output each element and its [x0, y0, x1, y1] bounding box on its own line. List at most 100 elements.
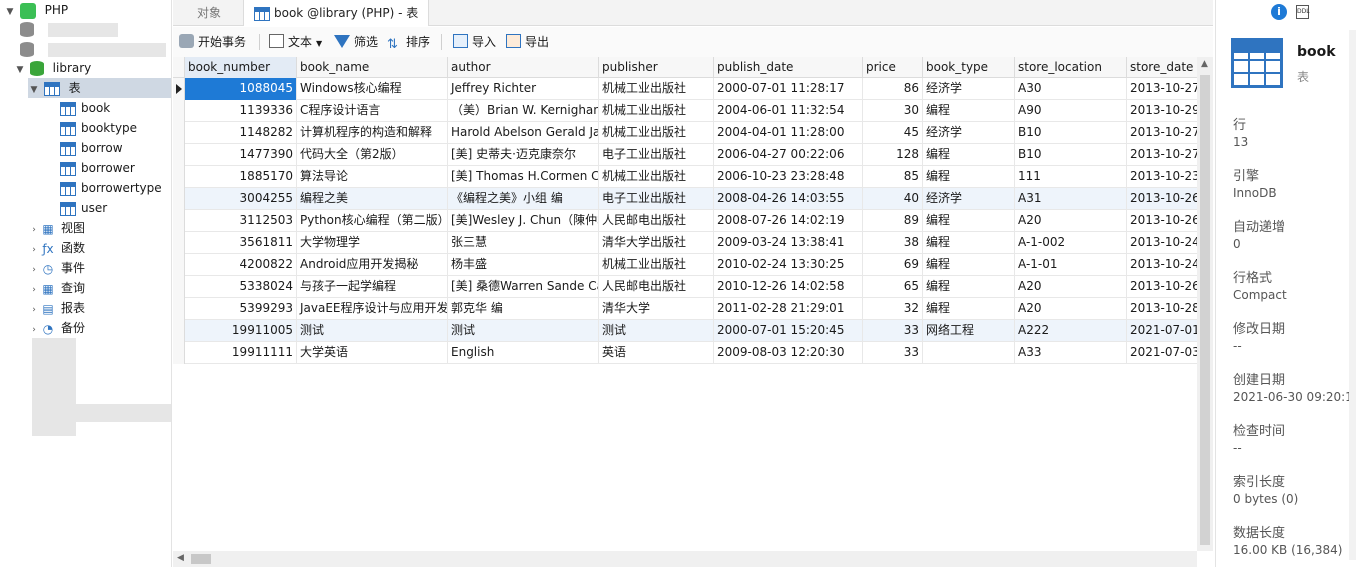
table-cell[interactable]: 2008-07-26 14:02:19 — [714, 210, 863, 232]
begin-transaction-button[interactable]: 开始事务 — [179, 32, 246, 52]
row-indicator[interactable] — [173, 166, 185, 188]
table-cell[interactable]: 2013-10-24 — [1127, 232, 1197, 254]
table-cell[interactable]: A-1-01 — [1015, 254, 1127, 276]
table-cell[interactable]: 2010-02-24 13:30:25 — [714, 254, 863, 276]
table-cell[interactable]: 2013-10-24 — [1127, 254, 1197, 276]
row-indicator[interactable] — [173, 210, 185, 232]
table-row[interactable]: 1139336 C程序设计语言 （美）Brian W. Kernighan 机械工业出… — [173, 100, 1197, 122]
table-row[interactable]: 19911005 测试 测试 测试 2000-07-01 15:20:45 33 网络工程 A… — [173, 320, 1197, 342]
table-cell[interactable]: 编程之美 — [297, 188, 448, 210]
table-cell[interactable]: 4200822 — [185, 254, 297, 276]
scroll-up-icon[interactable]: ▲ — [1201, 59, 1208, 69]
table-cell[interactable]: 2021-07-03 — [1127, 342, 1197, 364]
table-cell[interactable]: 2013-10-27 — [1127, 122, 1197, 144]
table-cell[interactable]: 1139336 — [185, 100, 297, 122]
table-cell[interactable]: 编程 — [923, 254, 1015, 276]
table-cell[interactable]: 1148282 — [185, 122, 297, 144]
tree-folder-node[interactable]: › ▦ 查询 — [28, 278, 85, 298]
column-header[interactable]: price — [863, 57, 923, 78]
table-cell[interactable]: 2013-10-28 — [1127, 298, 1197, 320]
table-cell[interactable]: 45 — [863, 122, 923, 144]
table-row[interactable]: 1477390 代码大全（第2版） [美] 史蒂夫·迈克康奈尔 电子工业出版社 2006… — [173, 144, 1197, 166]
table-cell[interactable]: 38 — [863, 232, 923, 254]
filter-button[interactable]: 筛选 — [334, 32, 378, 52]
chevron-down-icon[interactable]: ▼ — [4, 2, 16, 22]
table-cell[interactable]: [美]Wesley J. Chun（陳仲才 — [448, 210, 599, 232]
table-cell[interactable]: 19911005 — [185, 320, 297, 342]
import-button[interactable]: 导入 — [453, 32, 496, 52]
row-indicator[interactable] — [173, 188, 185, 210]
export-button[interactable]: 导出 — [506, 32, 549, 52]
table-cell[interactable]: Harold Abelson Gerald Ja — [448, 122, 599, 144]
table-cell[interactable]: （美）Brian W. Kernighan — [448, 100, 599, 122]
table-cell[interactable]: Windows核心编程 — [297, 78, 448, 100]
row-indicator[interactable] — [173, 298, 185, 320]
table-cell[interactable]: A33 — [1015, 342, 1127, 364]
tree-folder-node[interactable]: › ◷ 事件 — [28, 258, 85, 278]
table-cell[interactable]: JavaEE程序设计与应用开发 — [297, 298, 448, 320]
table-cell[interactable]: 张三慧 — [448, 232, 599, 254]
table-cell[interactable]: [美] 史蒂夫·迈克康奈尔 — [448, 144, 599, 166]
scroll-thumb[interactable] — [191, 554, 211, 564]
table-cell[interactable]: 2004-06-01 11:32:54 — [714, 100, 863, 122]
table-cell[interactable]: 网络工程 — [923, 320, 1015, 342]
chevron-right-icon[interactable]: › — [28, 220, 40, 240]
table-cell[interactable]: 编程 — [923, 100, 1015, 122]
table-cell[interactable]: 3112503 — [185, 210, 297, 232]
table-cell[interactable]: 2009-03-24 13:38:41 — [714, 232, 863, 254]
table-node[interactable]: borrower — [60, 158, 135, 178]
row-indicator[interactable] — [173, 320, 185, 342]
table-cell[interactable]: 1885170 — [185, 166, 297, 188]
table-cell[interactable]: 人民邮电出版社 — [599, 210, 714, 232]
table-cell[interactable]: 2000-07-01 15:20:45 — [714, 320, 863, 342]
table-cell[interactable]: A90 — [1015, 100, 1127, 122]
table-cell[interactable]: 大学英语 — [297, 342, 448, 364]
table-cell[interactable]: 2013-10-26 — [1127, 210, 1197, 232]
table-row[interactable]: 5338024 与孩子一起学编程 [美] 桑德Warren Sande Ca 人民邮电… — [173, 276, 1197, 298]
table-cell[interactable]: 英语 — [599, 342, 714, 364]
row-indicator[interactable] — [173, 342, 185, 364]
table-cell[interactable]: 大学物理学 — [297, 232, 448, 254]
table-row[interactable]: 4200822 Android应用开发揭秘 杨丰盛 机械工业出版社 2010-02-24… — [173, 254, 1197, 276]
table-cell[interactable]: 电子工业出版社 — [599, 188, 714, 210]
vertical-scrollbar[interactable]: ▲ — [1197, 57, 1213, 551]
table-row[interactable]: 3112503 Python核心编程（第二版） [美]Wesley J. Chun（… — [173, 210, 1197, 232]
table-cell[interactable]: 19911111 — [185, 342, 297, 364]
table-cell[interactable]: 编程 — [923, 298, 1015, 320]
table-cell[interactable]: A31 — [1015, 188, 1127, 210]
row-indicator[interactable] — [173, 78, 185, 100]
tree-folder-node[interactable]: › ▦ 视图 — [28, 218, 85, 238]
column-header[interactable]: book_type — [923, 57, 1015, 78]
table-cell[interactable]: 1477390 — [185, 144, 297, 166]
table-cell[interactable]: 机械工业出版社 — [599, 254, 714, 276]
table-cell[interactable]: 测试 — [599, 320, 714, 342]
table-cell[interactable] — [923, 342, 1015, 364]
chevron-right-icon[interactable]: › — [28, 300, 40, 320]
table-cell[interactable]: B10 — [1015, 144, 1127, 166]
row-indicator[interactable] — [173, 254, 185, 276]
ddl-icon[interactable]: DDL — [1296, 5, 1310, 19]
tab-objects[interactable]: 对象 — [187, 0, 231, 26]
table-cell[interactable]: 编程 — [923, 210, 1015, 232]
tables-folder-node[interactable]: ▼ 表 — [28, 78, 171, 100]
table-cell[interactable]: 69 — [863, 254, 923, 276]
scroll-left-icon[interactable]: ◀ — [177, 553, 184, 563]
chevron-right-icon[interactable]: › — [28, 240, 40, 260]
table-row[interactable]: 19911111 大学英语 English 英语 2009-08-03 12:20:30… — [173, 342, 1197, 364]
row-indicator[interactable] — [173, 144, 185, 166]
table-cell[interactable]: 测试 — [448, 320, 599, 342]
chevron-down-icon[interactable]: ▼ — [28, 80, 40, 100]
table-cell[interactable]: 编程 — [923, 232, 1015, 254]
table-cell[interactable]: 杨丰盛 — [448, 254, 599, 276]
horizontal-scrollbar[interactable]: ◀ — [173, 551, 1197, 567]
chevron-right-icon[interactable]: › — [28, 260, 40, 280]
table-cell[interactable]: 2013-10-26 — [1127, 276, 1197, 298]
chevron-right-icon[interactable]: › — [28, 280, 40, 300]
column-header[interactable]: publish_date — [714, 57, 863, 78]
table-row[interactable]: 1148282 计算机程序的构造和解释 Harold Abelson Gerald … — [173, 122, 1197, 144]
table-cell[interactable]: 86 — [863, 78, 923, 100]
sort-button[interactable]: ⇅ 排序 — [387, 32, 430, 52]
table-cell[interactable]: 3561811 — [185, 232, 297, 254]
table-cell[interactable]: Android应用开发揭秘 — [297, 254, 448, 276]
table-cell[interactable]: 1088045 — [185, 78, 297, 100]
